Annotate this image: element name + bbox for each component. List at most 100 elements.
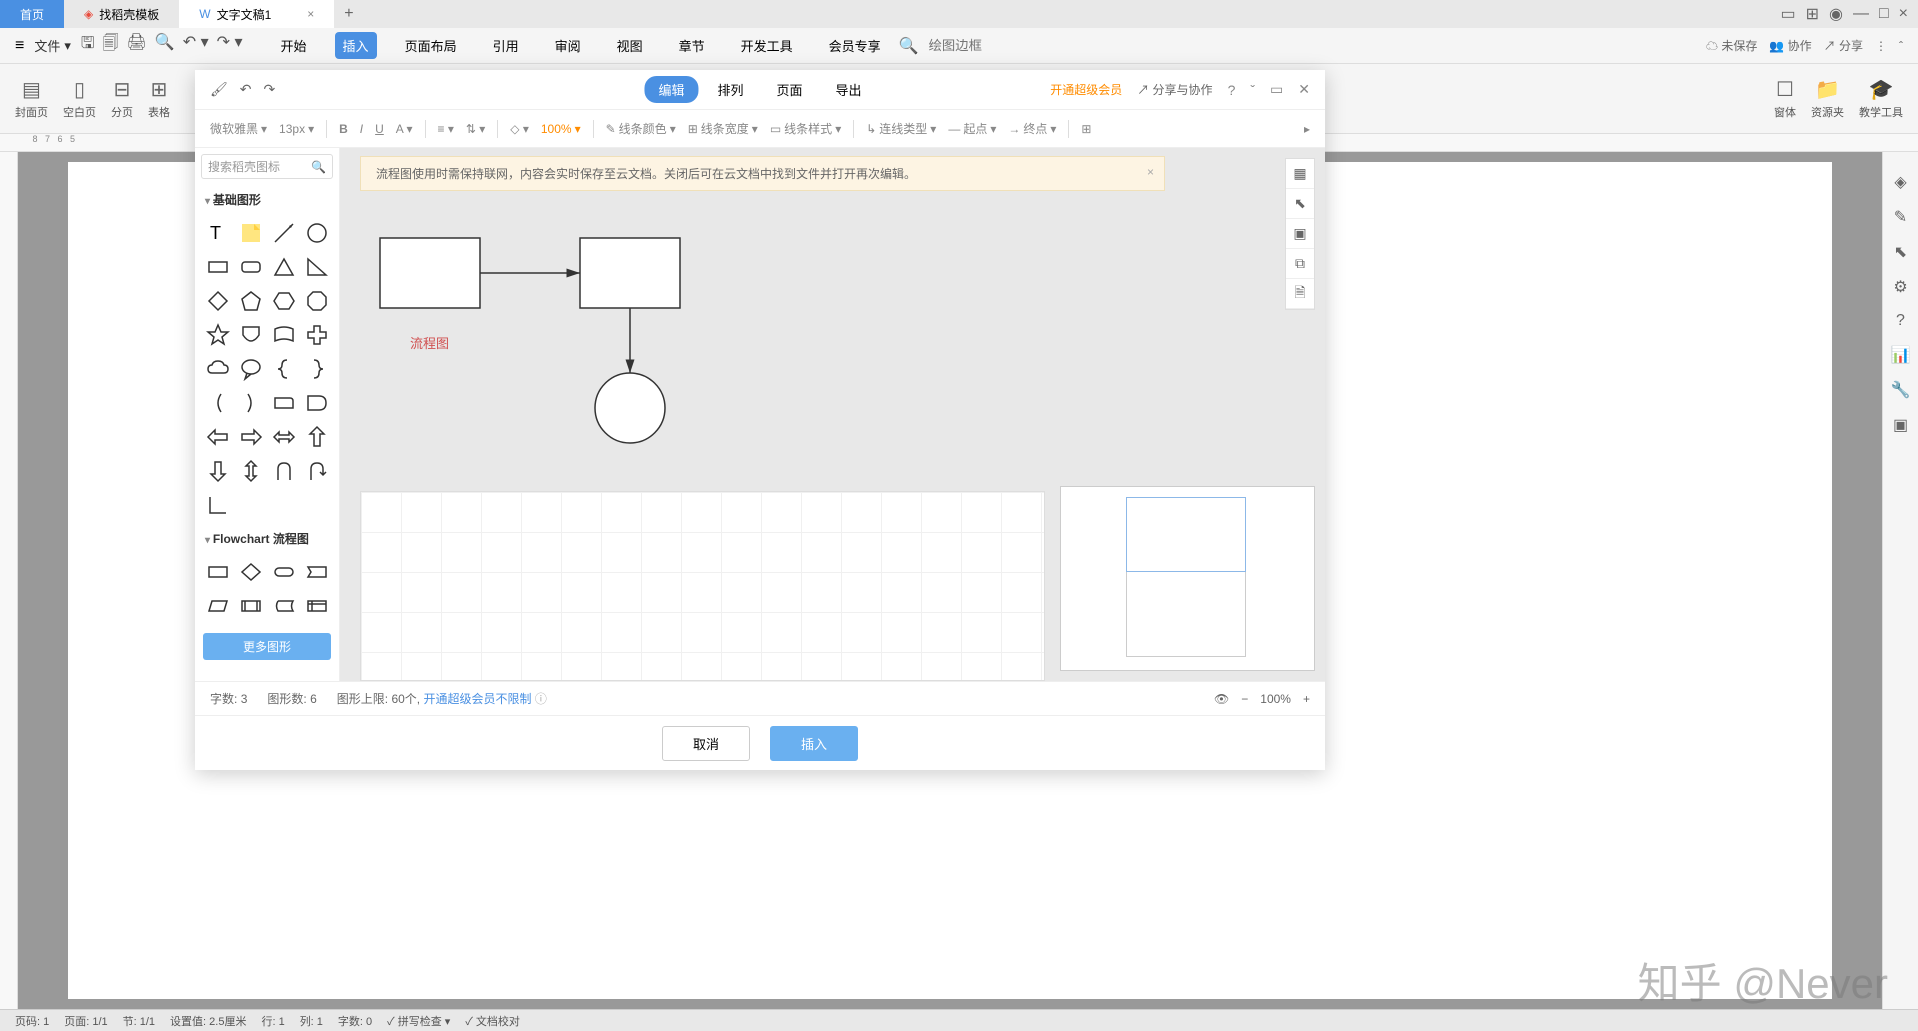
collapse-ribbon-icon[interactable]: ˆ <box>1899 39 1903 53</box>
shape-brace-l[interactable] <box>269 354 298 384</box>
menu-tab-start[interactable]: 开始 <box>273 32 315 59</box>
line-spacing[interactable]: ⇅ ▾ <box>466 122 485 136</box>
grid-panel[interactable] <box>360 491 1045 681</box>
redo-icon[interactable]: ↷ ▾ <box>217 32 243 59</box>
status-spellcheck[interactable]: ✓ 拼写检查 ▾ <box>387 1013 450 1029</box>
more-icon[interactable]: ⋮ <box>1875 39 1887 53</box>
shape-uturn-l[interactable] <box>269 456 298 486</box>
save-icon[interactable]: 🖫 <box>81 32 95 59</box>
shape-hexagon[interactable] <box>269 286 298 316</box>
dlg-collapse-icon[interactable]: ˇ <box>1250 82 1255 98</box>
ribbon-form[interactable]: ☐窗体 <box>1774 69 1796 128</box>
format-brush-icon[interactable]: 🖌 <box>210 81 228 98</box>
shape-arrow-l[interactable] <box>203 422 232 452</box>
tab-template[interactable]: ◈找稻壳模板 <box>64 0 179 28</box>
fc-predef[interactable] <box>236 591 265 621</box>
mini-page-icon[interactable]: 🗎 <box>1286 279 1314 309</box>
menu-tab-insert[interactable]: 插入 <box>335 32 377 59</box>
line-style[interactable]: ▭ 线条样式 ▾ <box>770 120 841 137</box>
conn-type[interactable]: ↳ 连线类型 ▾ <box>866 120 936 137</box>
line-color[interactable]: ✎ 线条颜色 ▾ <box>606 120 676 137</box>
conn-end[interactable]: → 终点 ▾ <box>1008 120 1056 137</box>
sidebar-edit-icon[interactable]: ✎ <box>1894 207 1907 227</box>
shape-corner[interactable] <box>203 490 232 520</box>
search-icon[interactable]: 🔍 <box>311 160 326 174</box>
cancel-button[interactable]: 取消 <box>662 726 750 761</box>
shape-trapezoid[interactable] <box>269 320 298 350</box>
sidebar-styles-icon[interactable]: ◈ <box>1894 172 1906 192</box>
font-select[interactable]: 微软雅黑 ▾ <box>210 120 267 137</box>
sidebar-tool-icon[interactable]: 🔧 <box>1891 380 1911 400</box>
tab-close-icon[interactable]: × <box>307 7 314 21</box>
collab-button[interactable]: 👥 协作 <box>1769 37 1811 54</box>
shape-note[interactable] <box>236 218 265 248</box>
category-flowchart[interactable]: Flowchart 流程图 <box>195 524 339 553</box>
ribbon-table[interactable]: ⊞表格 <box>148 69 170 128</box>
shape-shield[interactable] <box>236 320 265 350</box>
underline-button[interactable]: U <box>375 122 384 136</box>
shape-cloud[interactable] <box>203 354 232 384</box>
dlg-tab-page[interactable]: 页面 <box>763 76 817 103</box>
ribbon-break[interactable]: ⊟分页 <box>111 69 133 128</box>
undo-icon[interactable]: ↶ ▾ <box>183 32 209 59</box>
zoom-in-button[interactable]: + <box>1303 692 1310 706</box>
more-shapes-button[interactable]: 更多图形 <box>203 633 331 660</box>
save-as-icon[interactable]: 🗐 <box>103 32 119 59</box>
layout-icon[interactable]: ▭ <box>1780 4 1795 24</box>
minimize-icon[interactable]: — <box>1853 5 1869 23</box>
insert-button[interactable]: 插入 <box>770 726 858 761</box>
fc-terminator[interactable] <box>269 557 298 587</box>
grid-icon[interactable]: ⊞ <box>1806 4 1819 24</box>
category-basic[interactable]: 基础图形 <box>195 185 339 214</box>
conn-start[interactable]: — 起点 ▾ <box>948 120 996 137</box>
dlg-help-icon[interactable]: ? <box>1228 82 1236 98</box>
shape-arrow-lr[interactable] <box>269 422 298 452</box>
shape-text[interactable]: T <box>203 218 232 248</box>
canvas-area[interactable]: 流程图使用时需保持联网，内容会实时保存至云文档。关闭后可在云文档中找到文件并打开… <box>340 148 1325 681</box>
mini-cursor-icon[interactable]: ⬉ <box>1286 189 1314 219</box>
minimap[interactable] <box>1060 486 1315 671</box>
tab-document[interactable]: W文字文稿1 × <box>179 0 334 28</box>
sidebar-help-icon[interactable]: ? <box>1896 312 1905 330</box>
menu-tab-chapter[interactable]: 章节 <box>671 32 713 59</box>
shape-arrow-u[interactable] <box>302 422 331 452</box>
ribbon-teach[interactable]: 🎓教学工具 <box>1859 69 1903 128</box>
shape-roundrect[interactable] <box>236 252 265 282</box>
notice-close-icon[interactable]: × <box>1147 165 1154 179</box>
tab-home[interactable]: 首页 <box>0 0 64 28</box>
command-search[interactable] <box>929 38 1106 53</box>
menu-tab-dev[interactable]: 开发工具 <box>733 32 801 59</box>
status-chars[interactable]: 字数: 0 <box>338 1013 372 1029</box>
shape-arrow-r[interactable] <box>236 422 265 452</box>
unsaved-indicator[interactable]: ☁ 未保存 <box>1706 37 1757 54</box>
shape-rtriangle[interactable] <box>302 252 331 282</box>
fc-internal[interactable] <box>302 591 331 621</box>
print-icon[interactable]: 🖨 <box>127 32 147 59</box>
premium-unlimited-link[interactable]: 开通超级会员不限制 <box>423 692 531 706</box>
status-doccheck[interactable]: ✓ 文档校对 <box>465 1013 520 1029</box>
shape-arrow-d[interactable] <box>203 456 232 486</box>
shape-octagon[interactable] <box>302 286 331 316</box>
window-close-icon[interactable]: × <box>1899 5 1908 23</box>
hamburger-icon[interactable]: ≡ <box>15 37 24 55</box>
maximize-icon[interactable]: □ <box>1879 5 1889 23</box>
menu-tab-layout[interactable]: 页面布局 <box>397 32 465 59</box>
shape-circle[interactable] <box>302 218 331 248</box>
mini-copy-icon[interactable]: ⧉ <box>1286 249 1314 279</box>
dlg-tab-arrange[interactable]: 排列 <box>703 76 757 103</box>
opacity[interactable]: 100% ▾ <box>541 122 581 136</box>
dlg-share-link[interactable]: ↗ 分享与协作 <box>1137 81 1212 98</box>
shape-tab[interactable] <box>269 388 298 418</box>
shape-bracket-l[interactable] <box>203 388 232 418</box>
ribbon-blank[interactable]: ▯空白页 <box>63 69 96 128</box>
zoom-out-button[interactable]: − <box>1241 692 1248 706</box>
mini-layers-icon[interactable]: ▣ <box>1286 219 1314 249</box>
shape-star[interactable] <box>203 320 232 350</box>
tab-add-button[interactable]: + <box>334 5 363 23</box>
line-width[interactable]: ⊞ 线条宽度 ▾ <box>688 120 758 137</box>
shape-pentagon[interactable] <box>236 286 265 316</box>
zoom-level[interactable]: 100% <box>1260 692 1291 706</box>
shape-rect[interactable] <box>203 252 232 282</box>
ribbon-cover[interactable]: ▤封面页 <box>15 69 48 128</box>
shape-search[interactable]: 搜索稻壳图标 🔍 <box>201 154 333 179</box>
